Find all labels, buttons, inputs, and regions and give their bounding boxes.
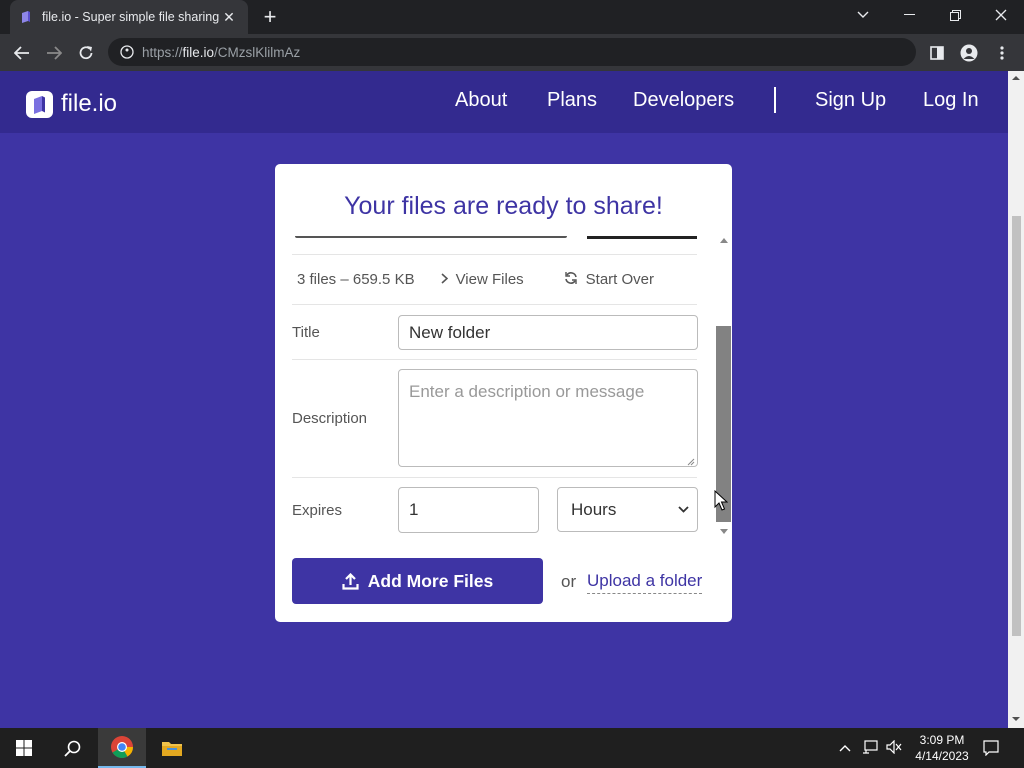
files-count: 3 files – 659.5 KB [297,271,415,288]
nav-separator [774,87,776,113]
browser-tabstrip: file.io - Super simple file sharing ✕ + [0,0,1024,34]
url-text: https://file.io/CMzslKlilmAz [142,45,300,60]
clipped-content [295,236,567,238]
chevron-right-icon [441,271,448,288]
windows-start-icon[interactable] [0,728,48,768]
site-logo[interactable]: file.io [26,90,117,118]
page-scrollbar[interactable] [1008,71,1024,728]
side-panel-icon[interactable] [926,42,948,64]
nav-plans[interactable]: Plans [547,89,597,112]
view-files-link[interactable]: View Files [441,271,524,288]
site-info-icon[interactable] [120,45,134,59]
tray-overflow-icon[interactable] [839,740,851,755]
upload-folder-link[interactable]: Upload a folder [587,571,703,594]
share-card: Your files are ready to share! 3 files –… [275,164,732,622]
add-more-files-label: Add More Files [367,570,494,591]
or-text: or [561,572,577,591]
forward-arrow-icon[interactable] [41,40,67,66]
taskbar-clock[interactable]: 3:09 PM 4/14/2023 [912,732,972,764]
reload-icon[interactable] [73,40,99,66]
card-title: Your files are ready to share! [344,192,663,220]
tab-search-icon[interactable] [840,0,886,30]
site-header: file.io About Plans Developers Sign Up L… [0,71,1008,133]
scroll-down-icon[interactable] [720,529,728,534]
chevron-down-icon [678,502,689,516]
logo-text: file.io [61,90,118,117]
title-label: Title [292,324,320,341]
back-arrow-icon[interactable] [9,40,35,66]
expires-label: Expires [292,502,343,519]
page-viewport: file.io About Plans Developers Sign Up L… [0,71,1008,728]
url-prefix: https:// [142,44,183,60]
chrome-taskbar-icon[interactable] [98,728,146,768]
expires-unit-value: Hours [571,499,617,519]
browser-toolbar: https://file.io/CMzslKlilmAz [0,34,1024,71]
view-files-label: View Files [455,271,524,288]
chrome-menu-icon[interactable] [991,42,1013,64]
add-more-files-button[interactable]: Add More Files [292,558,543,604]
page-scroll-up-icon[interactable] [1012,75,1020,81]
description-textarea[interactable] [398,369,698,467]
windows-taskbar: 3:09 PM 4/14/2023 [0,728,1024,768]
nav-about[interactable]: About [455,89,507,112]
page-scroll-thumb[interactable] [1012,216,1021,636]
expires-amount-input[interactable] [398,487,539,533]
new-tab-icon[interactable]: + [258,5,282,29]
expires-unit-select[interactable]: Hours [557,487,698,532]
tab-close-icon[interactable]: ✕ [220,9,238,26]
scroll-up-icon[interactable] [720,238,728,243]
refresh-icon [564,271,578,289]
resize-grip-icon[interactable] [687,458,695,466]
fileio-favicon-icon [22,11,30,23]
clock-time: 3:09 PM [919,733,965,747]
page-scroll-down-icon[interactable] [1012,716,1020,722]
address-bar[interactable]: https://file.io/CMzslKlilmAz [108,38,916,66]
close-window-icon[interactable] [978,0,1024,30]
profile-icon[interactable] [958,42,980,64]
file-explorer-icon[interactable] [148,728,196,768]
files-summary-row: 3 files – 659.5 KB View Files Start Over [292,254,697,305]
upload-icon [342,572,359,590]
card-scroll-area[interactable]: 3 files – 659.5 KB View Files Start Over… [275,236,715,536]
start-over-link[interactable]: Start Over [564,271,654,289]
nav-developers[interactable]: Developers [633,89,734,112]
notifications-icon[interactable] [983,740,999,759]
start-over-label: Start Over [585,271,655,288]
nav-sign-up[interactable]: Sign Up [815,89,886,112]
clock-date: 4/14/2023 [915,749,969,763]
nav-log-in[interactable]: Log In [923,89,979,112]
minimize-icon[interactable] [886,0,932,30]
description-label: Description [292,410,368,427]
title-row: Title [292,305,698,360]
restore-icon[interactable] [932,0,978,30]
volume-muted-icon[interactable] [886,739,902,757]
title-input[interactable] [398,315,698,350]
expires-row: Expires Hours [292,478,698,536]
tab-title: file.io - Super simple file sharing [42,10,220,24]
search-icon[interactable] [48,728,96,768]
url-host: file.io [182,44,215,60]
browser-tab[interactable]: file.io - Super simple file sharing ✕ [10,0,248,34]
logo-mark-icon [26,90,53,118]
network-icon[interactable] [862,740,878,757]
clipped-content-dark [587,236,697,239]
url-path: /CMzslKlilmAz [214,44,301,60]
description-row: Description [292,360,698,478]
mouse-cursor-icon [714,490,728,511]
